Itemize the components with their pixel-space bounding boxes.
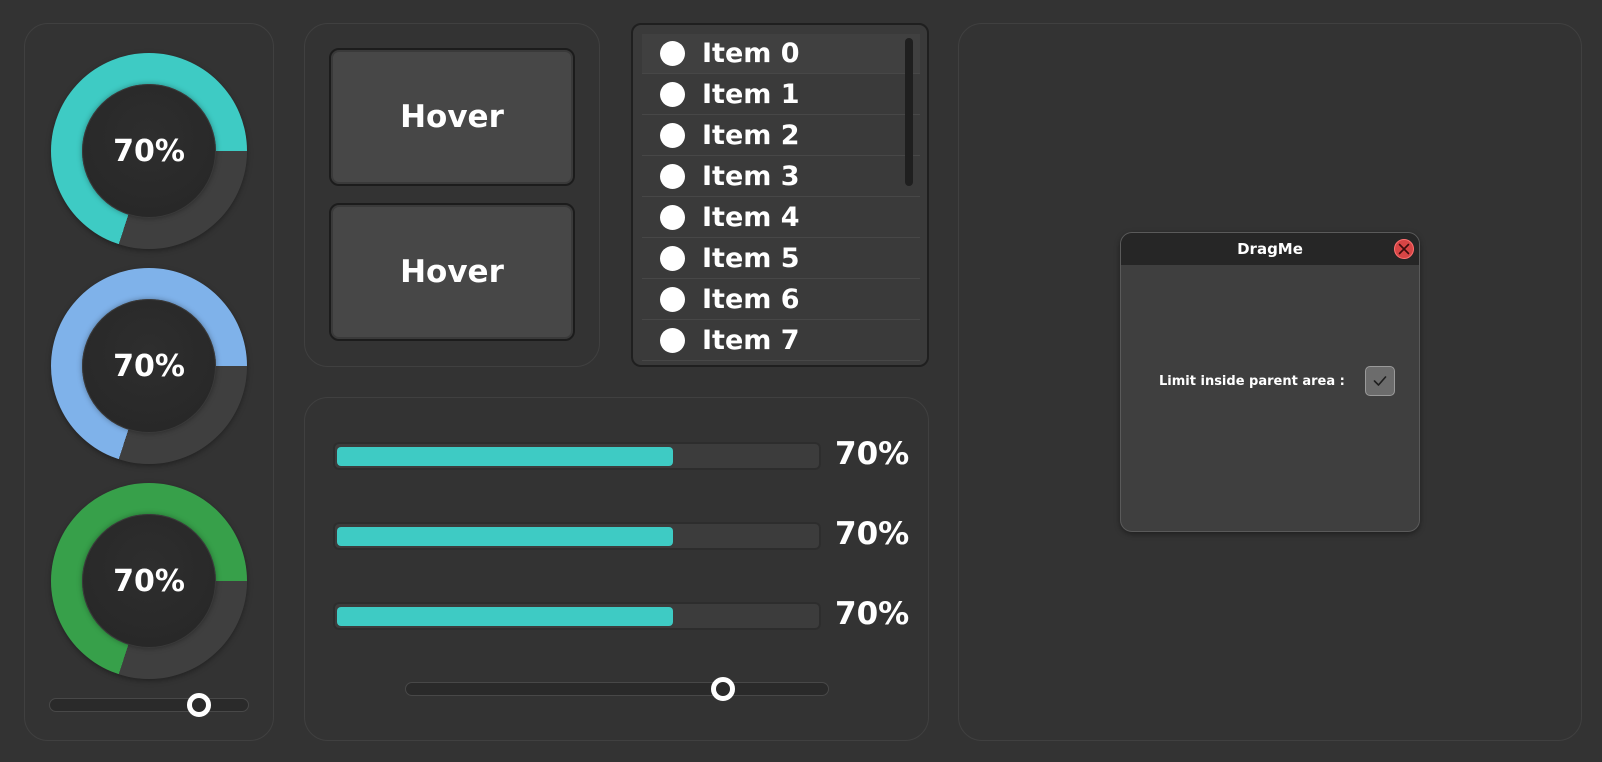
- buttons-panel: Hover Hover: [304, 23, 600, 367]
- gauges-panel: 70% 70% 70%: [24, 23, 274, 741]
- window-title: DragMe: [1237, 240, 1303, 258]
- slider-thumb[interactable]: [186, 693, 211, 717]
- slider-thumb[interactable]: [710, 677, 735, 701]
- progress-slider[interactable]: [405, 677, 829, 701]
- radio-icon[interactable]: [660, 164, 685, 189]
- gauge-teal: 70%: [51, 53, 247, 249]
- radio-icon[interactable]: [660, 82, 685, 107]
- radio-icon[interactable]: [660, 328, 685, 353]
- limit-checkbox[interactable]: [1364, 366, 1395, 396]
- radio-icon[interactable]: [660, 246, 685, 271]
- hover-button-1[interactable]: Hover: [329, 48, 575, 186]
- gauge-center: 70%: [82, 514, 216, 648]
- progress-fill: [337, 607, 673, 626]
- close-icon[interactable]: [1394, 239, 1414, 259]
- list-scrollbar[interactable]: [905, 38, 913, 186]
- gauge-value: 70%: [113, 563, 185, 599]
- gauge-value: 70%: [113, 133, 185, 169]
- list-panel: Item 0 Item 1 Item 2 Item 3 Item 4 Item 5 Item…: [631, 23, 929, 367]
- list-item-label: Item 2: [702, 120, 800, 151]
- radio-icon[interactable]: [660, 41, 685, 66]
- dragme-window[interactable]: DragMe Limit inside parent area :: [1120, 232, 1420, 532]
- list-item-label: Item 5: [702, 243, 800, 274]
- list-item[interactable]: Item 1: [642, 75, 920, 115]
- radio-icon[interactable]: [660, 123, 685, 148]
- gauge-green: 70%: [51, 483, 247, 679]
- list-item[interactable]: Item 3: [642, 157, 920, 197]
- progress-panel: 70% 70% 70%: [304, 397, 929, 741]
- gauge-slider[interactable]: [49, 693, 249, 717]
- progress-bar: [333, 602, 821, 630]
- list-item[interactable]: Item 5: [642, 239, 920, 279]
- radio-icon[interactable]: [660, 287, 685, 312]
- gauge-value: 70%: [113, 348, 185, 384]
- radio-icon[interactable]: [660, 205, 685, 230]
- list-item-label: Item 1: [702, 79, 800, 110]
- list-item-label: Item 7: [702, 325, 800, 356]
- progress-label: 70%: [835, 436, 910, 472]
- progress-fill: [337, 447, 673, 466]
- limit-checkbox-row: Limit inside parent area :: [1159, 366, 1395, 396]
- window-title-bar[interactable]: DragMe: [1121, 233, 1419, 265]
- checkbox-label: Limit inside parent area :: [1159, 373, 1345, 389]
- list-item[interactable]: Item 0: [642, 34, 920, 74]
- gauge-blue: 70%: [51, 268, 247, 464]
- progress-label: 70%: [835, 596, 910, 632]
- progress-bar: [333, 442, 821, 470]
- list-item-label: Item 4: [702, 202, 800, 233]
- list-item[interactable]: Item 6: [642, 280, 920, 320]
- hover-button-2[interactable]: Hover: [329, 203, 575, 341]
- progress-fill: [337, 527, 673, 546]
- checkmark-icon: [1373, 376, 1387, 386]
- gauge-center: 70%: [82, 299, 216, 433]
- list-item[interactable]: Item 2: [642, 116, 920, 156]
- list-item-label: Item 6: [702, 284, 800, 315]
- progress-bar: [333, 522, 821, 550]
- list-item-label: Item 0: [702, 38, 800, 69]
- progress-label: 70%: [835, 516, 910, 552]
- list-item[interactable]: Item 4: [642, 198, 920, 238]
- list-item[interactable]: Item 7: [642, 321, 920, 361]
- list-item-label: Item 3: [702, 161, 800, 192]
- gauge-center: 70%: [82, 84, 216, 218]
